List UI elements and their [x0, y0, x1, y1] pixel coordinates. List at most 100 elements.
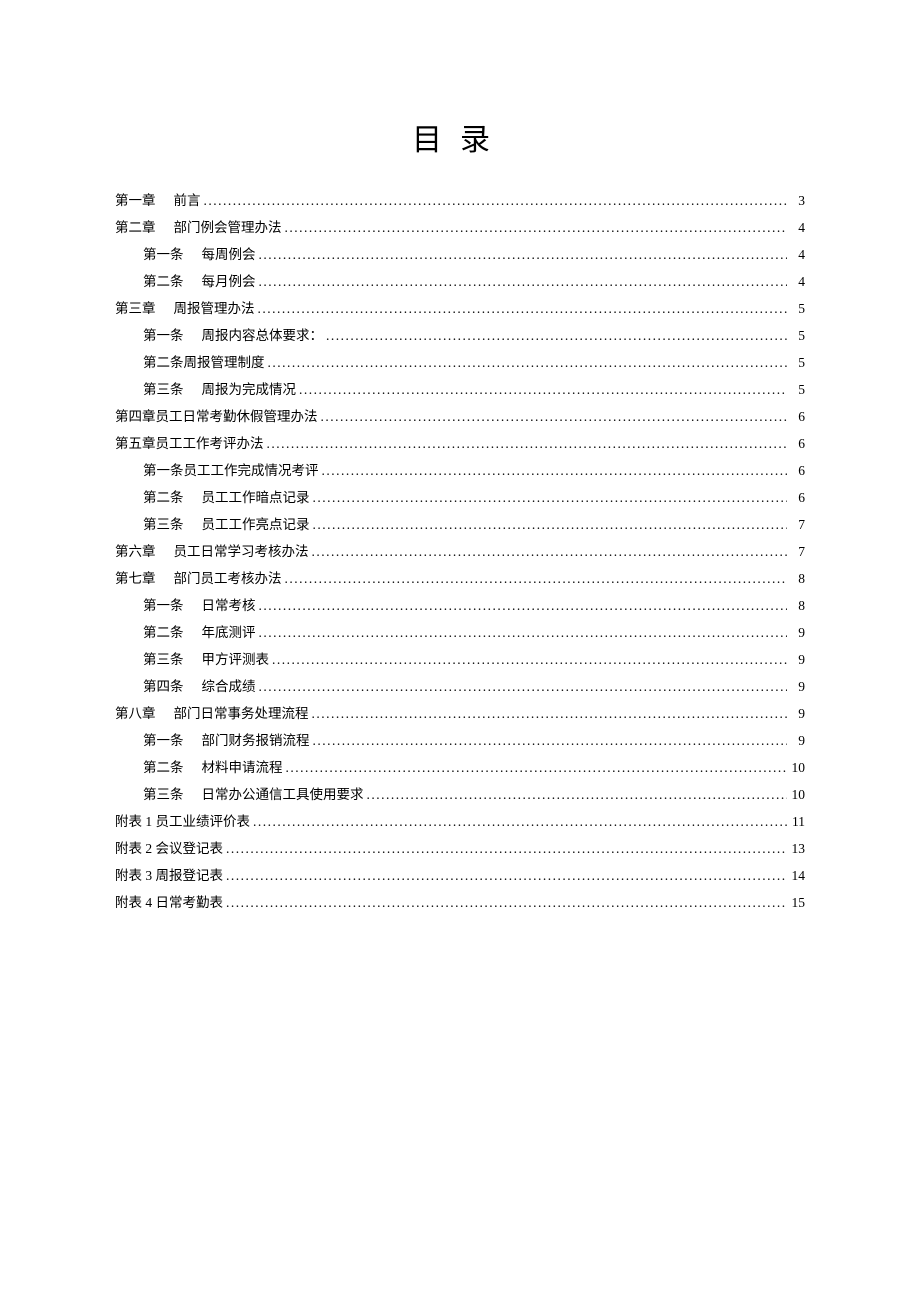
toc-text: 附表 3 周报登记表 [115, 862, 223, 889]
toc-label: 第三条 [143, 511, 184, 538]
toc-page-number: 4 [787, 241, 805, 268]
toc-label: 第一条 [143, 727, 184, 754]
toc-entry: 第二条材料申请流程 10 [115, 754, 805, 781]
toc-entry: 附表 2 会议登记表 13 [115, 835, 805, 862]
toc-text: 附表 2 会议登记表 [115, 835, 223, 862]
toc-text: 日常考核 [202, 592, 256, 619]
toc-page-number: 5 [787, 349, 805, 376]
toc-entry: 第一条部门财务报销流程 9 [115, 727, 805, 754]
toc-text: 前言 [174, 187, 201, 214]
toc-text: 材料申请流程 [202, 754, 283, 781]
toc-leader-dots [256, 673, 788, 700]
toc-page-number: 15 [787, 889, 805, 916]
toc-page-number: 9 [787, 700, 805, 727]
toc-page-number: 9 [787, 673, 805, 700]
toc-leader-dots [256, 268, 788, 295]
toc-entry: 第四章员工日常考勤休假管理办法 6 [115, 403, 805, 430]
toc-text: 第二条周报管理制度 [143, 349, 265, 376]
toc-leader-dots [319, 457, 788, 484]
toc-entry: 附表 1 员工业绩评价表11 [115, 808, 805, 835]
toc-entry: 第五章员工工作考评办法6 [115, 430, 805, 457]
toc-leader-dots [264, 430, 788, 457]
toc-text: 日常办公通信工具使用要求 [202, 781, 364, 808]
toc-entry: 第一条日常考核8 [115, 592, 805, 619]
toc-entry: 第二章部门例会管理办法 4 [115, 214, 805, 241]
toc-page-number: 6 [787, 430, 805, 457]
toc-page-number: 5 [787, 322, 805, 349]
toc-label: 第四条 [143, 673, 184, 700]
toc-label: 第一条 [143, 241, 184, 268]
toc-text: 员工工作亮点记录 [202, 511, 310, 538]
toc-page-number: 7 [787, 511, 805, 538]
toc-page-number: 4 [787, 214, 805, 241]
toc-page-number: 10 [787, 781, 805, 808]
toc-entry: 第三条员工工作亮点记录 7 [115, 511, 805, 538]
toc-label: 第一条 [143, 322, 184, 349]
toc-leader-dots [323, 322, 787, 349]
toc-label: 第三条 [143, 781, 184, 808]
toc-entry: 第二条每月例会4 [115, 268, 805, 295]
toc-label: 第三条 [143, 646, 184, 673]
toc-page-number: 13 [787, 835, 805, 862]
toc-page-number: 6 [787, 403, 805, 430]
toc-page-number: 5 [787, 376, 805, 403]
toc-leader-dots [296, 376, 787, 403]
toc-entry: 第一条每周例会 4 [115, 241, 805, 268]
toc-text: 部门财务报销流程 [202, 727, 310, 754]
toc-page-number: 4 [787, 268, 805, 295]
toc-page-number: 10 [787, 754, 805, 781]
toc-text: 甲方评测表 [202, 646, 270, 673]
toc-entry: 第二条年底测评9 [115, 619, 805, 646]
toc-text: 部门日常事务处理流程 [174, 700, 309, 727]
toc-entry: 第八章部门日常事务处理流程 9 [115, 700, 805, 727]
table-of-contents: 第一章前言3第二章部门例会管理办法4第一条每周例会4第二条每月例会4第三章周报管… [115, 187, 805, 916]
toc-leader-dots [283, 754, 788, 781]
toc-label: 第七章 [115, 565, 156, 592]
toc-title: 目录 [115, 115, 805, 159]
toc-page-number: 14 [787, 862, 805, 889]
toc-entry: 附表 4 日常考勤表 15 [115, 889, 805, 916]
toc-entry: 第二条周报管理制度 5 [115, 349, 805, 376]
toc-page-number: 8 [787, 592, 805, 619]
toc-leader-dots [255, 295, 788, 322]
toc-label: 第三条 [143, 376, 184, 403]
toc-entry: 第六章员工日常学习考核办法7 [115, 538, 805, 565]
toc-text: 综合成绩 [202, 673, 256, 700]
toc-leader-dots [318, 403, 788, 430]
toc-text: 附表 1 员工业绩评价表 [115, 808, 250, 835]
toc-leader-dots [250, 808, 787, 835]
toc-entry: 第二条员工工作暗点记录6 [115, 484, 805, 511]
toc-text: 第四章员工日常考勤休假管理办法 [115, 403, 318, 430]
toc-entry: 第三章周报管理办法5 [115, 295, 805, 322]
toc-text: 员工日常学习考核办法 [174, 538, 309, 565]
toc-entry: 第四条综合成绩 9 [115, 673, 805, 700]
toc-page-number: 6 [787, 484, 805, 511]
toc-label: 第二条 [143, 754, 184, 781]
toc-entry: 第三条甲方评测表 9 [115, 646, 805, 673]
toc-text: 每周例会 [202, 241, 256, 268]
toc-label: 第二条 [143, 268, 184, 295]
toc-leader-dots [256, 619, 788, 646]
toc-leader-dots [265, 349, 788, 376]
toc-label: 第三章 [115, 295, 156, 322]
toc-text: 部门员工考核办法 [174, 565, 282, 592]
toc-leader-dots [201, 187, 788, 214]
toc-text: 部门例会管理办法 [174, 214, 282, 241]
toc-entry: 第一条员工工作完成情况考评6 [115, 457, 805, 484]
toc-text: 附表 4 日常考勤表 [115, 889, 223, 916]
toc-leader-dots [309, 538, 788, 565]
toc-text: 周报内容总体要求： [202, 322, 324, 349]
toc-entry: 附表 3 周报登记表 14 [115, 862, 805, 889]
toc-page-number: 9 [787, 646, 805, 673]
toc-entry: 第三条日常办公通信工具使用要求 10 [115, 781, 805, 808]
toc-label: 第八章 [115, 700, 156, 727]
toc-label: 第二章 [115, 214, 156, 241]
toc-page-number: 6 [787, 457, 805, 484]
toc-page-number: 7 [787, 538, 805, 565]
document-page: 目录 第一章前言3第二章部门例会管理办法4第一条每周例会4第二条每月例会4第三章… [0, 0, 920, 916]
toc-text: 年底测评 [202, 619, 256, 646]
toc-leader-dots [223, 835, 787, 862]
toc-label: 第一章 [115, 187, 156, 214]
toc-page-number: 9 [787, 619, 805, 646]
toc-page-number: 9 [787, 727, 805, 754]
